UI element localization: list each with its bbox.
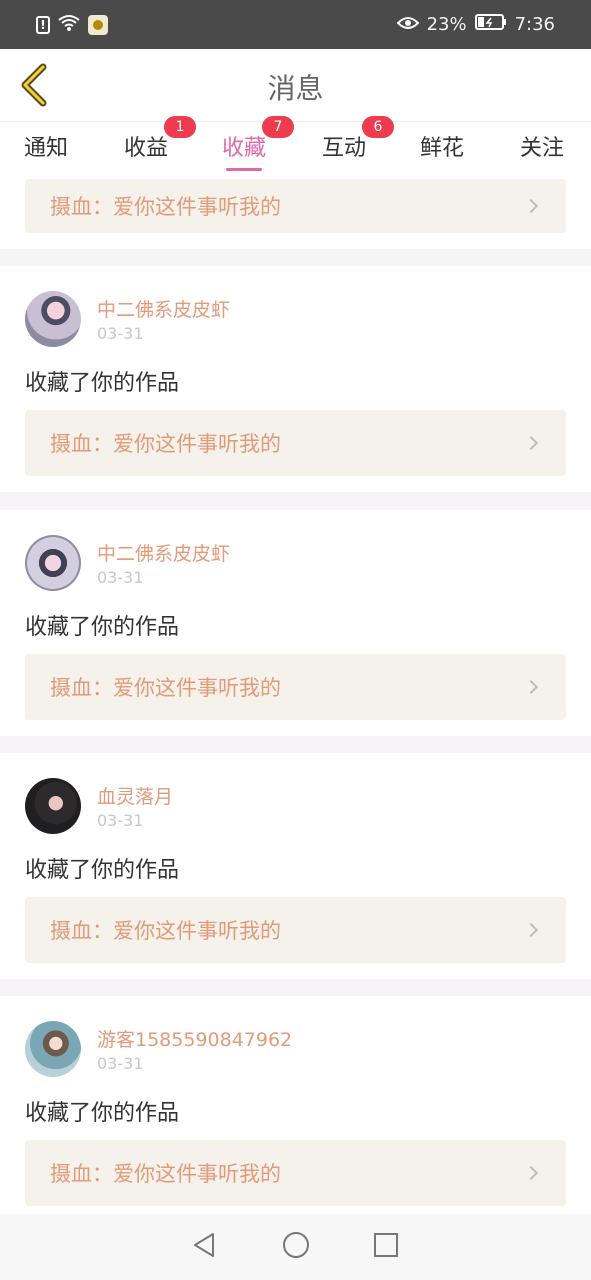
work-link[interactable]: 摄血：爱你这件事听我的 <box>25 654 566 720</box>
item-date: 03-31 <box>97 811 144 830</box>
triangle-back-icon <box>194 1233 215 1257</box>
app-notification-icon <box>88 14 108 35</box>
work-title: 摄血：爱你这件事听我的 <box>50 1162 281 1186</box>
tab-follows[interactable]: 关注 <box>520 130 564 162</box>
work-link[interactable]: 摄血：爱你这件事听我的 <box>25 1140 566 1206</box>
tab-label: 通知 <box>24 136 69 161</box>
wifi-icon <box>58 14 80 36</box>
action-text: 收藏了你的作品 <box>25 858 180 883</box>
chevron-right-icon <box>523 922 539 938</box>
tab-label: 收藏 <box>222 136 267 161</box>
system-nav-bar <box>0 1214 591 1280</box>
status-bar: ! 23% 7:36 <box>0 0 591 49</box>
tab-label: 关注 <box>520 136 565 161</box>
tab-badge: 7 <box>262 116 294 138</box>
tab-flowers[interactable]: 鲜花 <box>420 130 464 162</box>
tab-favorites[interactable]: 收藏 7 <box>222 116 294 171</box>
nav-back-button[interactable] <box>191 1231 219 1263</box>
work-title: 摄血：爱你这件事听我的 <box>50 676 281 700</box>
active-tab-indicator <box>226 168 263 171</box>
circle-home-icon <box>282 1232 309 1258</box>
nav-home-button[interactable] <box>281 1230 311 1264</box>
tab-earnings[interactable]: 收益 1 <box>124 116 196 162</box>
item-date: 03-31 <box>97 324 144 343</box>
chevron-right-icon <box>523 679 539 695</box>
avatar[interactable] <box>25 778 81 834</box>
list-item: 中二佛系皮皮虾 03-31 收藏了你的作品 摄血：爱你这件事听我的 <box>0 266 591 492</box>
alert-icon: ! <box>36 15 50 34</box>
status-icons-left: ! <box>36 14 108 36</box>
item-date: 03-31 <box>97 1054 144 1073</box>
tab-interactions[interactable]: 互动 6 <box>322 116 394 162</box>
list-item: 游客1585590847962 03-31 收藏了你的作品 摄血：爱你这件事听我… <box>0 996 591 1214</box>
user-name[interactable]: 中二佛系皮皮虾 <box>97 295 230 322</box>
user-name[interactable]: 中二佛系皮皮虾 <box>97 539 230 566</box>
work-title: 摄血：爱你这件事听我的 <box>50 195 281 219</box>
avatar[interactable] <box>25 291 81 347</box>
battery-percent: 23% <box>426 14 467 35</box>
list-item: 中二佛系皮皮虾 03-31 收藏了你的作品 摄血：爱你这件事听我的 <box>0 510 591 736</box>
header: 消息 <box>0 49 591 121</box>
square-recents-icon <box>373 1233 398 1257</box>
work-link[interactable]: 摄血：爱你这件事听我的 <box>25 410 566 476</box>
tab-badge: 6 <box>362 116 394 138</box>
list-item: 摄血：爱你这件事听我的 <box>0 179 591 249</box>
item-date: 03-31 <box>97 568 144 587</box>
tab-label: 互动 <box>322 136 367 161</box>
nav-recents-button[interactable] <box>372 1231 400 1263</box>
avatar[interactable] <box>25 535 81 591</box>
tab-label: 鲜花 <box>420 136 465 161</box>
tab-label: 收益 <box>124 136 169 161</box>
clock: 7:36 <box>514 14 555 35</box>
status-icons-right: 23% 7:36 <box>396 14 555 35</box>
user-name[interactable]: 游客1585590847962 <box>97 1025 292 1052</box>
work-title: 摄血：爱你这件事听我的 <box>50 919 281 943</box>
eye-icon <box>396 14 419 35</box>
action-text: 收藏了你的作品 <box>25 371 180 396</box>
list-item: 血灵落月 03-31 收藏了你的作品 摄血：爱你这件事听我的 <box>0 753 591 979</box>
message-list[interactable]: 摄血：爱你这件事听我的 中二佛系皮皮虾 03-31 收藏了你的作品 摄血：爱你这… <box>0 179 591 1214</box>
chevron-right-icon <box>523 435 539 451</box>
work-link[interactable]: 摄血：爱你这件事听我的 <box>25 897 566 963</box>
chevron-right-icon <box>523 1165 539 1181</box>
work-link[interactable]: 摄血：爱你这件事听我的 <box>25 179 566 233</box>
chevron-right-icon <box>523 198 539 214</box>
action-text: 收藏了你的作品 <box>25 615 180 640</box>
avatar[interactable] <box>25 1021 81 1077</box>
action-text: 收藏了你的作品 <box>25 1101 180 1126</box>
tab-notifications[interactable]: 通知 <box>24 130 68 162</box>
user-name[interactable]: 血灵落月 <box>97 782 173 809</box>
tab-bar: 通知 收益 1 收藏 7 互动 6 鲜花 关注 <box>0 116 591 179</box>
battery-icon <box>474 14 507 35</box>
page-title: 消息 <box>267 72 324 105</box>
work-title: 摄血：爱你这件事听我的 <box>50 432 281 456</box>
tab-badge: 1 <box>164 116 196 138</box>
